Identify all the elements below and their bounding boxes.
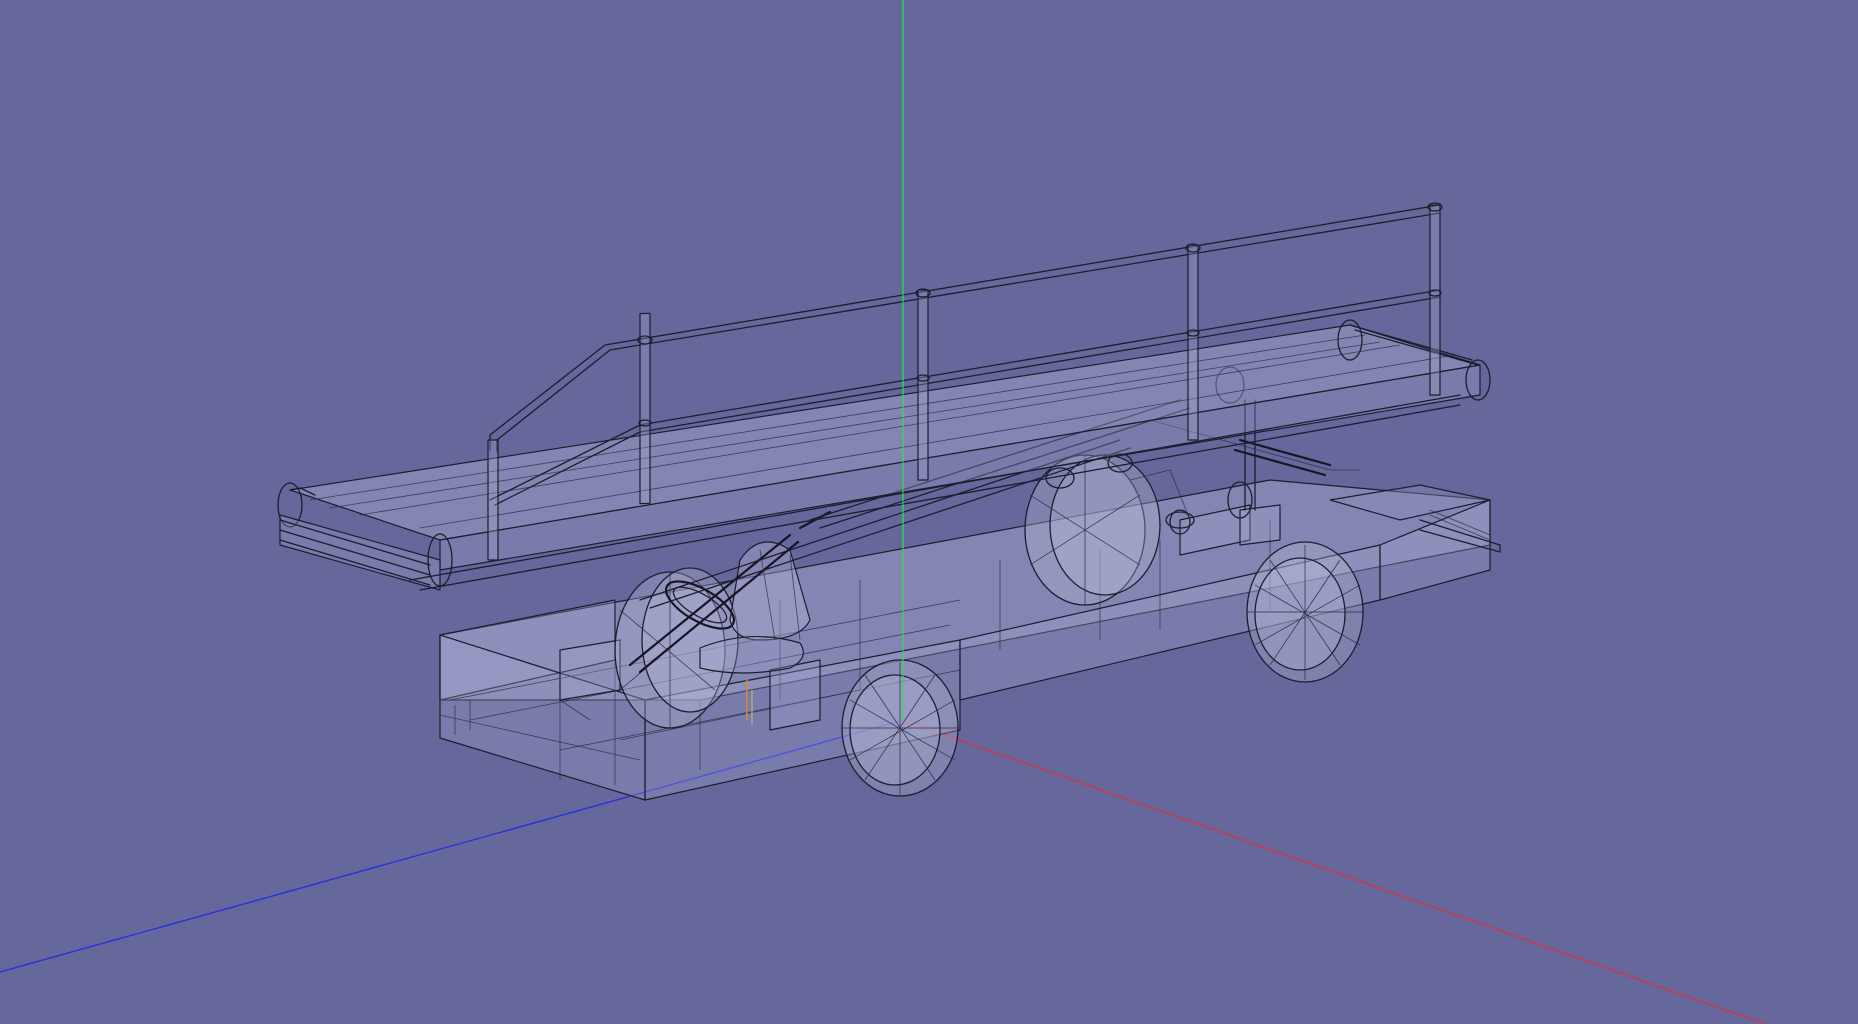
coordinate-axes: [0, 0, 1766, 1024]
front-right-wheel: [1246, 541, 1364, 683]
3d-viewport[interactable]: [0, 0, 1858, 1024]
x-axis: [902, 719, 1766, 1024]
scene-canvas[interactable]: [0, 0, 1858, 1024]
front-left-wheel: [841, 659, 959, 797]
